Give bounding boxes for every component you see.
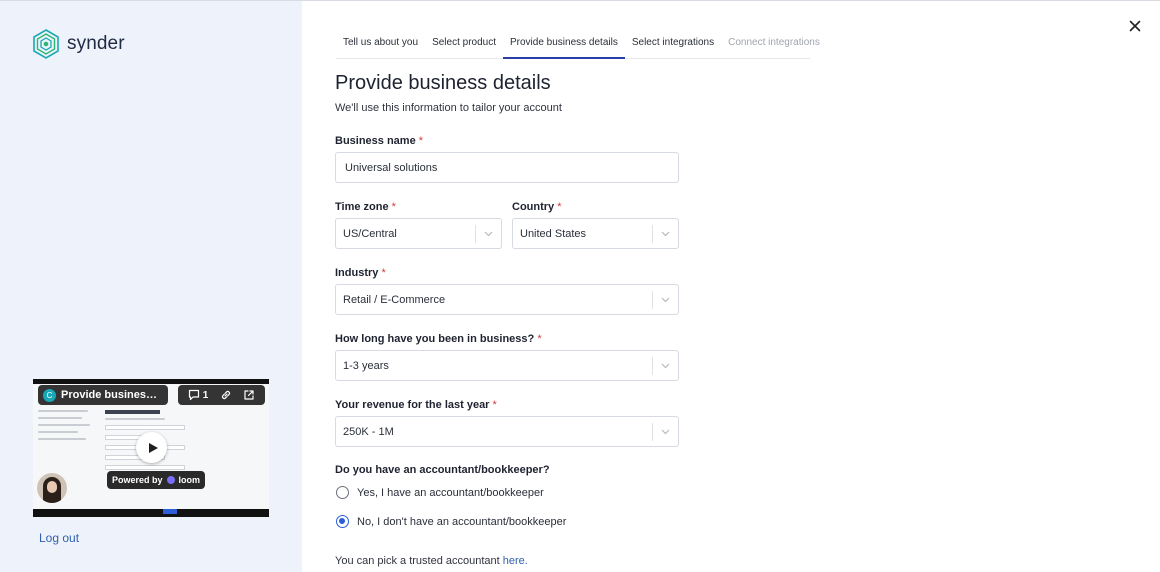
page-subtitle: We'll use this information to tailor you… bbox=[335, 102, 562, 114]
required-asterisk: * bbox=[537, 333, 542, 345]
thumbnail-field bbox=[105, 425, 185, 430]
accountant-option-yes[interactable]: Yes, I have an accountant/bookkeeper bbox=[336, 486, 544, 499]
thumbnail-line bbox=[38, 417, 82, 419]
thumbnail-title bbox=[105, 410, 160, 414]
accountant-option-no-label: No, I don't have an accountant/bookkeepe… bbox=[357, 515, 567, 528]
video-owner-avatar: C bbox=[43, 388, 56, 402]
country-dropdown-toggle[interactable] bbox=[653, 231, 678, 237]
chevron-down-icon bbox=[661, 297, 670, 302]
video-actions: 1 bbox=[178, 385, 265, 405]
brand-name: synder bbox=[67, 33, 125, 54]
video-title-bar[interactable]: C Provide business d... bbox=[38, 385, 168, 405]
play-button[interactable] bbox=[136, 432, 167, 463]
synder-hexagon-logo-icon bbox=[33, 29, 59, 59]
thumbnail-line bbox=[38, 431, 78, 433]
country-select[interactable]: United States bbox=[512, 218, 679, 249]
accountant-option-yes-label: Yes, I have an accountant/bookkeeper bbox=[357, 486, 544, 499]
required-asterisk: * bbox=[492, 399, 497, 411]
page-title: Provide business details bbox=[335, 72, 551, 94]
industry-dropdown-toggle[interactable] bbox=[653, 297, 678, 303]
time-zone-value: US/Central bbox=[343, 227, 397, 240]
chevron-down-icon bbox=[484, 231, 493, 236]
find-accountant-link[interactable]: here. bbox=[503, 555, 528, 567]
chevron-down-icon bbox=[661, 429, 670, 434]
business-name-label: Business name * bbox=[335, 135, 423, 147]
synder-logo[interactable]: synder bbox=[33, 29, 125, 59]
business-age-label-text: How long have you been in business? bbox=[335, 333, 535, 345]
thumbnail-sidebar bbox=[38, 410, 94, 445]
industry-label-text: Industry bbox=[335, 267, 379, 279]
required-asterisk: * bbox=[391, 201, 396, 213]
close-icon bbox=[1129, 20, 1141, 32]
step-provide-business-details[interactable]: Provide business details bbox=[503, 31, 625, 59]
comment-icon bbox=[188, 389, 199, 401]
accountant-option-no[interactable]: No, I don't have an accountant/bookkeepe… bbox=[336, 515, 566, 528]
time-zone-label-text: Time zone bbox=[335, 201, 389, 213]
industry-value: Retail / E-Commerce bbox=[343, 293, 446, 306]
comment-count: 1 bbox=[202, 389, 209, 401]
time-zone-dropdown-toggle[interactable] bbox=[476, 231, 501, 237]
link-icon bbox=[221, 390, 230, 400]
country-value: United States bbox=[520, 227, 587, 240]
step-select-product[interactable]: Select product bbox=[425, 31, 503, 59]
radio-button-no[interactable] bbox=[336, 515, 349, 528]
powered-by-loom-badge[interactable]: Powered by loom bbox=[107, 471, 206, 489]
business-age-dropdown-toggle[interactable] bbox=[653, 363, 678, 369]
onboarding-steps: Tell us about you Select product Provide… bbox=[336, 31, 820, 59]
presenter-avatar bbox=[37, 473, 67, 503]
business-age-value: 1-3 years bbox=[343, 359, 389, 372]
country-label-text: Country bbox=[512, 201, 555, 213]
time-zone-label: Time zone * bbox=[335, 201, 396, 213]
accountant-question: Do you have an accountant/bookkeeper? bbox=[335, 464, 550, 476]
business-age-select[interactable]: 1-3 years bbox=[335, 350, 679, 381]
radio-button-yes[interactable] bbox=[336, 486, 349, 499]
required-asterisk: * bbox=[557, 201, 562, 213]
loom-icon bbox=[166, 476, 175, 484]
chevron-down-icon bbox=[661, 231, 670, 236]
presenter-face bbox=[47, 481, 57, 493]
required-asterisk: * bbox=[418, 135, 424, 147]
revenue-dropdown-toggle[interactable] bbox=[653, 429, 678, 435]
time-zone-select[interactable]: US/Central bbox=[335, 218, 502, 249]
business-name-input[interactable] bbox=[335, 152, 679, 183]
industry-select[interactable]: Retail / E-Commerce bbox=[335, 284, 679, 315]
logout-link[interactable]: Log out bbox=[39, 531, 79, 545]
business-name-label-text: Business name bbox=[335, 135, 416, 147]
footnote-text: You can pick a trusted accountant bbox=[335, 555, 503, 567]
revenue-label-text: Your revenue for the last year bbox=[335, 399, 490, 411]
loom-brand: loom bbox=[178, 475, 201, 485]
sidebar: synder C Provide business d... 1 Powered… bbox=[0, 1, 302, 572]
chevron-down-icon bbox=[661, 363, 670, 368]
video-title: Provide business d... bbox=[61, 389, 163, 401]
revenue-value: 250K - 1M bbox=[343, 425, 394, 438]
business-age-label: How long have you been in business? * bbox=[335, 333, 542, 345]
close-button[interactable] bbox=[1127, 18, 1143, 34]
step-tell-us-about-you[interactable]: Tell us about you bbox=[336, 31, 425, 59]
thumbnail-line bbox=[38, 438, 86, 440]
thumbnail-line bbox=[38, 424, 90, 426]
thumbnail-field bbox=[105, 465, 185, 470]
revenue-label: Your revenue for the last year * bbox=[335, 399, 497, 411]
thumbnail-button bbox=[163, 509, 177, 514]
comments-button[interactable]: 1 bbox=[188, 389, 209, 401]
external-link-icon bbox=[244, 390, 254, 400]
accountant-footnote: You can pick a trusted accountant here. bbox=[335, 555, 528, 567]
copy-link-button[interactable] bbox=[220, 389, 232, 401]
country-label: Country * bbox=[512, 201, 562, 213]
thumbnail-line bbox=[38, 410, 88, 412]
revenue-select[interactable]: 250K - 1M bbox=[335, 416, 679, 447]
open-external-button[interactable] bbox=[243, 389, 255, 401]
industry-label: Industry * bbox=[335, 267, 386, 279]
thumbnail-line bbox=[105, 418, 165, 420]
loom-video-player[interactable]: C Provide business d... 1 Powered by loo… bbox=[33, 379, 269, 517]
step-connect-integrations: Connect integrations bbox=[728, 37, 820, 48]
required-asterisk: * bbox=[381, 267, 386, 279]
step-select-integrations[interactable]: Select integrations bbox=[625, 31, 721, 59]
powered-by-text: Powered by bbox=[112, 475, 163, 485]
play-icon bbox=[148, 442, 158, 453]
